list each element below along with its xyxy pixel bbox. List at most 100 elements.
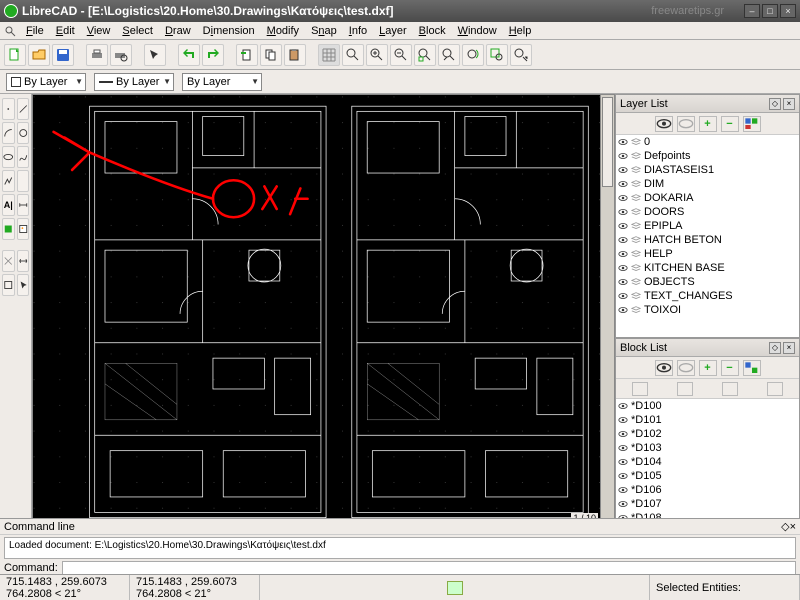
eye-icon[interactable] xyxy=(618,137,628,147)
eye-icon[interactable] xyxy=(618,221,628,231)
layer-row[interactable]: Defpoints xyxy=(616,149,799,163)
panel-undock-button[interactable]: ◇ xyxy=(769,98,781,110)
select-tool[interactable] xyxy=(17,274,30,296)
eye-icon[interactable] xyxy=(618,151,628,161)
zoom-out-button[interactable] xyxy=(390,44,412,66)
copy-button[interactable] xyxy=(260,44,282,66)
layer-stack-icon[interactable] xyxy=(631,305,641,315)
eye-icon[interactable] xyxy=(618,193,628,203)
zoom-pan-button[interactable] xyxy=(510,44,532,66)
menu-dimension[interactable]: Dimension xyxy=(197,24,261,38)
zoom-draft-button[interactable] xyxy=(342,44,364,66)
eye-icon[interactable] xyxy=(618,401,628,411)
block-close-button[interactable]: × xyxy=(783,342,795,354)
block-undock-button[interactable]: ◇ xyxy=(769,342,781,354)
block-remove-button[interactable]: − xyxy=(721,360,739,376)
layer-stack-icon[interactable] xyxy=(631,277,641,287)
arc-tool[interactable] xyxy=(2,122,15,144)
width-combo[interactable]: By Layer ▼ xyxy=(94,73,174,91)
eye-icon[interactable] xyxy=(618,179,628,189)
layer-row[interactable]: KITCHEN BASE xyxy=(616,261,799,275)
save-button[interactable] xyxy=(52,44,74,66)
menu-block[interactable]: Block xyxy=(413,24,452,38)
ellipse-tool[interactable] xyxy=(2,146,15,168)
zoom-prev-button[interactable] xyxy=(438,44,460,66)
print-preview-button[interactable] xyxy=(110,44,132,66)
block-row[interactable]: *D105 xyxy=(616,469,799,483)
minimize-button[interactable]: – xyxy=(744,4,760,18)
layer-stack-icon[interactable] xyxy=(631,193,641,203)
eye-icon[interactable] xyxy=(618,415,628,425)
layer-row[interactable]: EPIPLA xyxy=(616,219,799,233)
block-edit-button[interactable] xyxy=(677,382,693,396)
layer-stack-icon[interactable] xyxy=(631,249,641,259)
pointer-button[interactable] xyxy=(144,44,166,66)
block-add-button[interactable]: + xyxy=(699,360,717,376)
layer-edit-button[interactable] xyxy=(743,116,761,132)
eye-icon[interactable] xyxy=(618,485,628,495)
block-showall-button[interactable] xyxy=(655,360,673,376)
block-hideall-button[interactable] xyxy=(677,360,695,376)
eye-icon[interactable] xyxy=(618,235,628,245)
layer-stack-icon[interactable] xyxy=(631,207,641,217)
eye-icon[interactable] xyxy=(618,263,628,273)
menu-draw[interactable]: Draw xyxy=(159,24,197,38)
layer-remove-button[interactable]: − xyxy=(721,116,739,132)
eye-icon[interactable] xyxy=(618,471,628,481)
spline-tool[interactable] xyxy=(17,146,30,168)
paste-button[interactable] xyxy=(284,44,306,66)
eye-icon[interactable] xyxy=(618,429,628,439)
zoom-in-button[interactable] xyxy=(366,44,388,66)
vertical-scrollbar[interactable] xyxy=(600,95,614,525)
menu-select[interactable]: Select xyxy=(116,24,159,38)
layer-stack-icon[interactable] xyxy=(631,291,641,301)
print-button[interactable] xyxy=(86,44,108,66)
block-rename-button[interactable] xyxy=(632,382,648,396)
eye-icon[interactable] xyxy=(618,165,628,175)
blank-tool-1[interactable] xyxy=(17,170,30,192)
eye-icon[interactable] xyxy=(618,457,628,467)
layer-row[interactable]: DIM xyxy=(616,177,799,191)
layer-row[interactable]: HATCH BETON xyxy=(616,233,799,247)
menu-edit[interactable]: Edit xyxy=(50,24,81,38)
layer-stack-icon[interactable] xyxy=(631,179,641,189)
zoom-redraw-button[interactable] xyxy=(462,44,484,66)
open-button[interactable] xyxy=(28,44,50,66)
eye-icon[interactable] xyxy=(618,499,628,509)
layer-add-button[interactable]: + xyxy=(699,116,717,132)
layer-row[interactable]: TEXT_CHANGES xyxy=(616,289,799,303)
eye-icon[interactable] xyxy=(618,277,628,287)
menu-help[interactable]: Help xyxy=(503,24,538,38)
drawing-canvas[interactable]: 1 / 10 xyxy=(32,94,615,540)
panel-close-button[interactable]: × xyxy=(783,98,795,110)
eye-icon[interactable] xyxy=(618,305,628,315)
layer-stack-icon[interactable] xyxy=(631,263,641,273)
block-attr-button[interactable] xyxy=(743,360,761,376)
menu-window[interactable]: Window xyxy=(452,24,503,38)
linetype-combo[interactable]: By Layer ▼ xyxy=(182,73,262,91)
circle-tool[interactable] xyxy=(17,122,30,144)
menu-modify[interactable]: Modify xyxy=(261,24,305,38)
block-row[interactable]: *D107 xyxy=(616,497,799,511)
layer-row[interactable]: DOORS xyxy=(616,205,799,219)
point-tool[interactable] xyxy=(2,98,15,120)
redo-button[interactable] xyxy=(202,44,224,66)
block-row[interactable]: *D103 xyxy=(616,441,799,455)
undo-button[interactable] xyxy=(178,44,200,66)
text-tool[interactable]: A| xyxy=(2,194,15,216)
layer-row[interactable]: DIASTASEIS1 xyxy=(616,163,799,177)
block-create-button[interactable] xyxy=(767,382,783,396)
block-row[interactable]: *D106 xyxy=(616,483,799,497)
block-row[interactable]: *D102 xyxy=(616,427,799,441)
menu-file[interactable]: File xyxy=(20,24,50,38)
layer-row[interactable]: TOIXOI xyxy=(616,303,799,317)
image-tool[interactable] xyxy=(17,218,30,240)
new-button[interactable] xyxy=(4,44,26,66)
zoom-window-button[interactable] xyxy=(486,44,508,66)
block-row[interactable]: *D100 xyxy=(616,399,799,413)
layer-stack-icon[interactable] xyxy=(631,137,641,147)
layer-stack-icon[interactable] xyxy=(631,165,641,175)
menu-info[interactable]: Info xyxy=(343,24,373,38)
command-input[interactable] xyxy=(62,561,796,575)
block-insert-button[interactable] xyxy=(722,382,738,396)
